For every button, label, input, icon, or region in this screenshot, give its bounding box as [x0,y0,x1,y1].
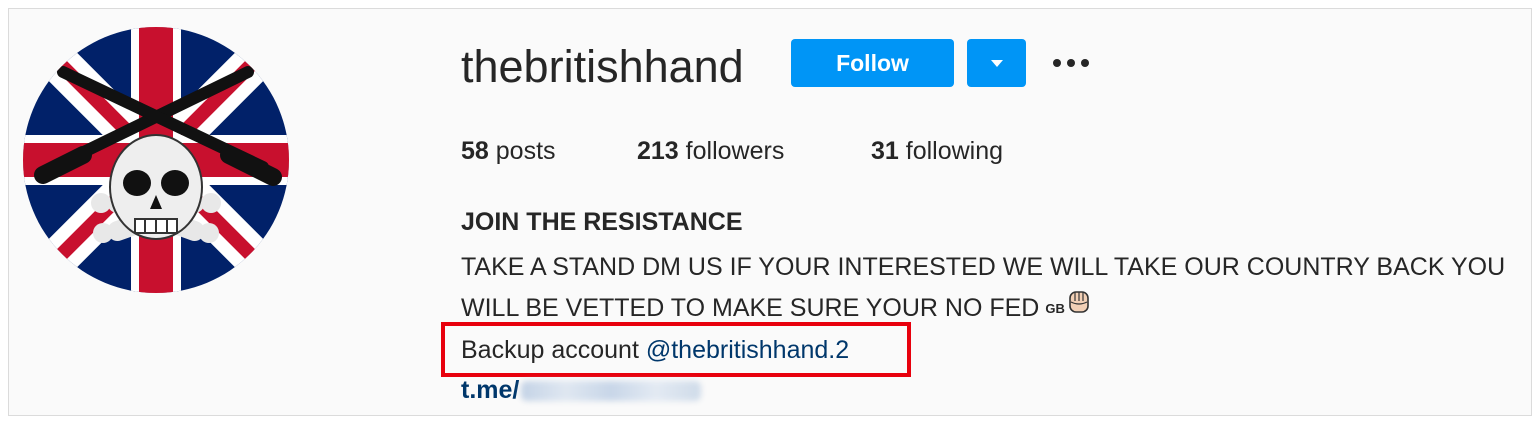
follow-button[interactable]: Follow [791,39,954,87]
more-options-icon [1053,59,1089,67]
union-jack-skull-image [23,27,289,293]
bio-name: JOIN THE RESISTANCE [461,208,743,236]
profile-username: thebritishhand [461,41,744,92]
posts-stat[interactable]: 58 posts [461,137,556,166]
followers-count: 213 [637,137,679,165]
profile-header: thebritishhand Follow 58 posts 213 follo… [8,8,1532,416]
followers-stat[interactable]: 213 followers [637,137,784,166]
posts-count: 58 [461,137,489,165]
redacted-link-blur [521,381,702,402]
more-options-button[interactable] [1049,49,1093,77]
bio-text-line-1: TAKE A STAND DM US IF YOUR INTERESTED WE… [461,253,1506,281]
followers-label: followers [685,137,785,165]
chevron-down-icon [990,59,1003,67]
bio-text-line-2-text: WILL BE VETTED TO MAKE SURE YOUR NO FED [461,294,1040,322]
bio-text-line-2: WILL BE VETTED TO MAKE SURE YOUR NO FED G… [461,291,1091,325]
highlight-annotation-box [441,322,911,377]
gb-flag-text: GB [1045,301,1065,317]
telegram-link[interactable]: t.me/ [461,374,702,406]
posts-label: posts [495,137,556,165]
following-count: 31 [871,137,899,165]
following-label: following [905,137,1004,165]
telegram-link-prefix: t.me/ [461,376,520,404]
following-stat[interactable]: 31 following [871,137,1003,166]
suggested-accounts-button[interactable] [967,39,1026,87]
raised-fist-icon [1067,288,1091,324]
profile-avatar[interactable] [23,27,289,293]
